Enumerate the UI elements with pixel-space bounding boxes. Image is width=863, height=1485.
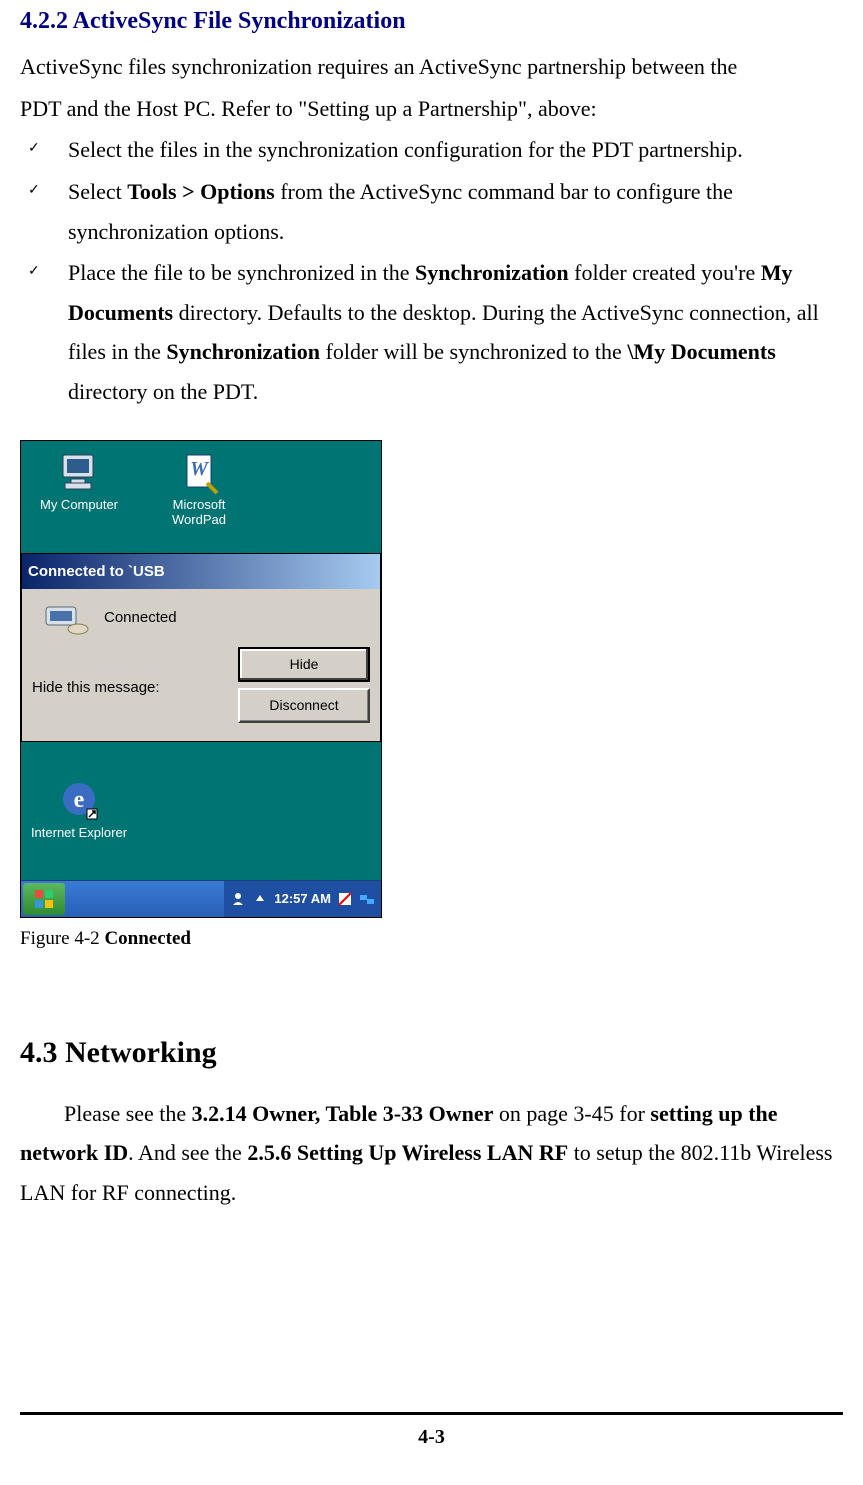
footer-divider bbox=[20, 1412, 843, 1415]
ie-label: Internet Explorer bbox=[31, 825, 127, 840]
ie-icon: e bbox=[57, 779, 101, 823]
bullet-list: Select the files in the synchronization … bbox=[20, 130, 843, 411]
bullet-3-mid-1: folder created you're bbox=[569, 260, 761, 285]
bullet-item-1: Select the files in the synchronization … bbox=[20, 130, 843, 170]
bullet-3-mid-3: folder will be synchronized to the bbox=[320, 339, 627, 364]
bullet-3-pre: Place the file to be synchronized in the bbox=[68, 260, 415, 285]
taskbar: 12:57 AM bbox=[21, 880, 381, 917]
bullet-item-3: Place the file to be synchronized in the… bbox=[20, 253, 843, 411]
system-tray[interactable]: 12:57 AM bbox=[224, 881, 381, 917]
wordpad-label: Microsoft WordPad bbox=[172, 497, 226, 528]
net-mid-1: on page 3-45 for bbox=[493, 1101, 650, 1126]
bullet-item-2: Select Tools > Options from the ActiveSy… bbox=[20, 172, 843, 251]
status-text: Connected bbox=[104, 604, 177, 631]
intro-line-2: PDT and the Host PC. Refer to "Setting u… bbox=[20, 89, 843, 129]
figure-caption-pre: Figure 4-2 bbox=[20, 928, 104, 949]
page-number: 4-3 bbox=[0, 1419, 863, 1455]
hide-message-label: Hide this message: bbox=[32, 674, 160, 701]
svg-text:e: e bbox=[74, 787, 85, 813]
windows-logo-icon bbox=[33, 888, 55, 910]
desktop-icon-wordpad[interactable]: W Microsoft WordPad bbox=[149, 451, 249, 528]
dialog-connected-usb: Connected to `USB Connected Hide this me… bbox=[21, 553, 381, 742]
figure-caption-bold: Connected bbox=[104, 928, 191, 949]
dialog-status-row: Connected bbox=[32, 595, 370, 641]
hide-button[interactable]: Hide bbox=[238, 647, 370, 682]
tray-speaker-icon bbox=[337, 891, 353, 907]
dialog-body: Connected Hide this message: Hide Discon… bbox=[22, 589, 380, 741]
bullet-2-bold: Tools > Options bbox=[127, 179, 274, 204]
bullet-3-bold-3: Synchronization bbox=[166, 339, 320, 364]
intro-line-1: ActiveSync files synchronization require… bbox=[20, 47, 843, 87]
start-button[interactable] bbox=[23, 883, 65, 915]
tray-network-icon bbox=[359, 891, 375, 907]
taskbar-time: 12:57 AM bbox=[274, 887, 331, 910]
figure-caption: Figure 4-2 Connected bbox=[20, 922, 843, 956]
net-bold-1: 3.2.14 Owner, Table 3-33 Owner bbox=[192, 1101, 494, 1126]
screenshot-connected: My Computer W Microsoft WordPad e Intern… bbox=[20, 440, 382, 918]
disconnect-button[interactable]: Disconnect bbox=[238, 688, 370, 723]
figure-container: My Computer W Microsoft WordPad e Intern… bbox=[20, 440, 843, 956]
bullet-1-text: Select the files in the synchronization … bbox=[68, 137, 743, 162]
heading-networking: 4.3 Networking bbox=[20, 1026, 843, 1080]
connection-icon bbox=[42, 601, 90, 637]
networking-paragraph: Please see the 3.2.14 Owner, Table 3-33 … bbox=[20, 1094, 843, 1213]
wordpad-icon: W bbox=[177, 451, 221, 495]
desktop-area: My Computer W Microsoft WordPad e Intern… bbox=[21, 441, 381, 881]
net-pre: Please see the bbox=[64, 1101, 192, 1126]
monitor-icon bbox=[57, 451, 101, 495]
tray-arrow-icon bbox=[252, 891, 268, 907]
heading-activesync-file-sync: 4.2.2 ActiveSync File Synchronization bbox=[20, 0, 843, 43]
desktop-icon-ie[interactable]: e Internet Explorer bbox=[29, 779, 129, 841]
bullet-3-bold-1: Synchronization bbox=[415, 260, 569, 285]
bullet-2-pre: Select bbox=[68, 179, 127, 204]
net-bold-3: 2.5.6 Setting Up Wireless LAN RF bbox=[247, 1140, 568, 1165]
dialog-button-row: Hide this message: Hide Disconnect bbox=[32, 647, 370, 729]
bullet-3-bold-4: \My Documents bbox=[627, 339, 775, 364]
svg-text:W: W bbox=[190, 458, 209, 480]
button-stack: Hide Disconnect bbox=[238, 647, 370, 729]
dialog-title: Connected to `USB bbox=[22, 554, 380, 589]
net-mid-2: . And see the bbox=[128, 1140, 247, 1165]
tray-user-icon bbox=[230, 891, 246, 907]
bullet-3-post: directory on the PDT. bbox=[68, 379, 258, 404]
desktop-icon-my-computer[interactable]: My Computer bbox=[29, 451, 129, 513]
my-computer-label: My Computer bbox=[40, 497, 118, 512]
